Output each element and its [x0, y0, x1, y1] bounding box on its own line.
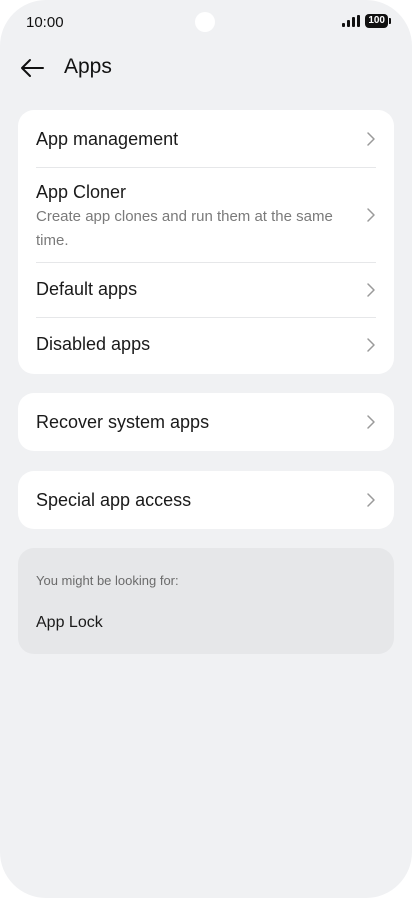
signal-bars-icon [342, 15, 361, 27]
chevron-right-icon [367, 493, 375, 507]
row-recover-system-apps[interactable]: Recover system apps [36, 393, 376, 451]
row-title: Recover system apps [36, 412, 210, 432]
phone-screen: 10:00 100 Apps App management App Cloner… [0, 0, 412, 898]
suggestion-app-lock[interactable]: App Lock [36, 614, 103, 632]
row-disabled-apps[interactable]: Disabled apps [36, 318, 376, 374]
arrow-left-icon [21, 59, 44, 77]
row-special-app-access[interactable]: Special app access [36, 471, 376, 529]
row-title: App management [36, 129, 179, 149]
suggestions-label: You might be looking for: [36, 573, 179, 588]
row-subtitle: Create app clones and run them at the sa… [36, 208, 333, 249]
chevron-right-icon [367, 415, 375, 429]
row-default-apps[interactable]: Default apps [36, 263, 376, 317]
camera-cutout [195, 12, 215, 32]
settings-card-special: Special app access [18, 471, 394, 529]
battery-icon: 100 [365, 14, 391, 28]
row-title: Disabled apps [36, 334, 151, 354]
header: Apps [0, 44, 412, 92]
settings-card-recover: Recover system apps [18, 393, 394, 451]
row-title: Special app access [36, 490, 192, 510]
row-title: Default apps [36, 279, 138, 299]
chevron-right-icon [367, 132, 375, 146]
status-time: 10:00 [26, 14, 64, 31]
chevron-right-icon [367, 283, 375, 297]
status-icons: 100 [342, 14, 391, 28]
chevron-right-icon [367, 338, 375, 352]
page-title: Apps [64, 55, 112, 78]
chevron-right-icon [367, 208, 375, 222]
row-app-cloner[interactable]: App Cloner Create app clones and run the… [36, 168, 376, 262]
back-button[interactable] [14, 52, 50, 84]
row-app-management[interactable]: App management [36, 110, 376, 167]
settings-card-apps: App management App Cloner Create app clo… [18, 110, 394, 374]
suggestions-card: You might be looking for: App Lock [18, 548, 394, 654]
row-title: App Cloner [36, 182, 127, 202]
status-bar: 10:00 100 [0, 0, 412, 44]
